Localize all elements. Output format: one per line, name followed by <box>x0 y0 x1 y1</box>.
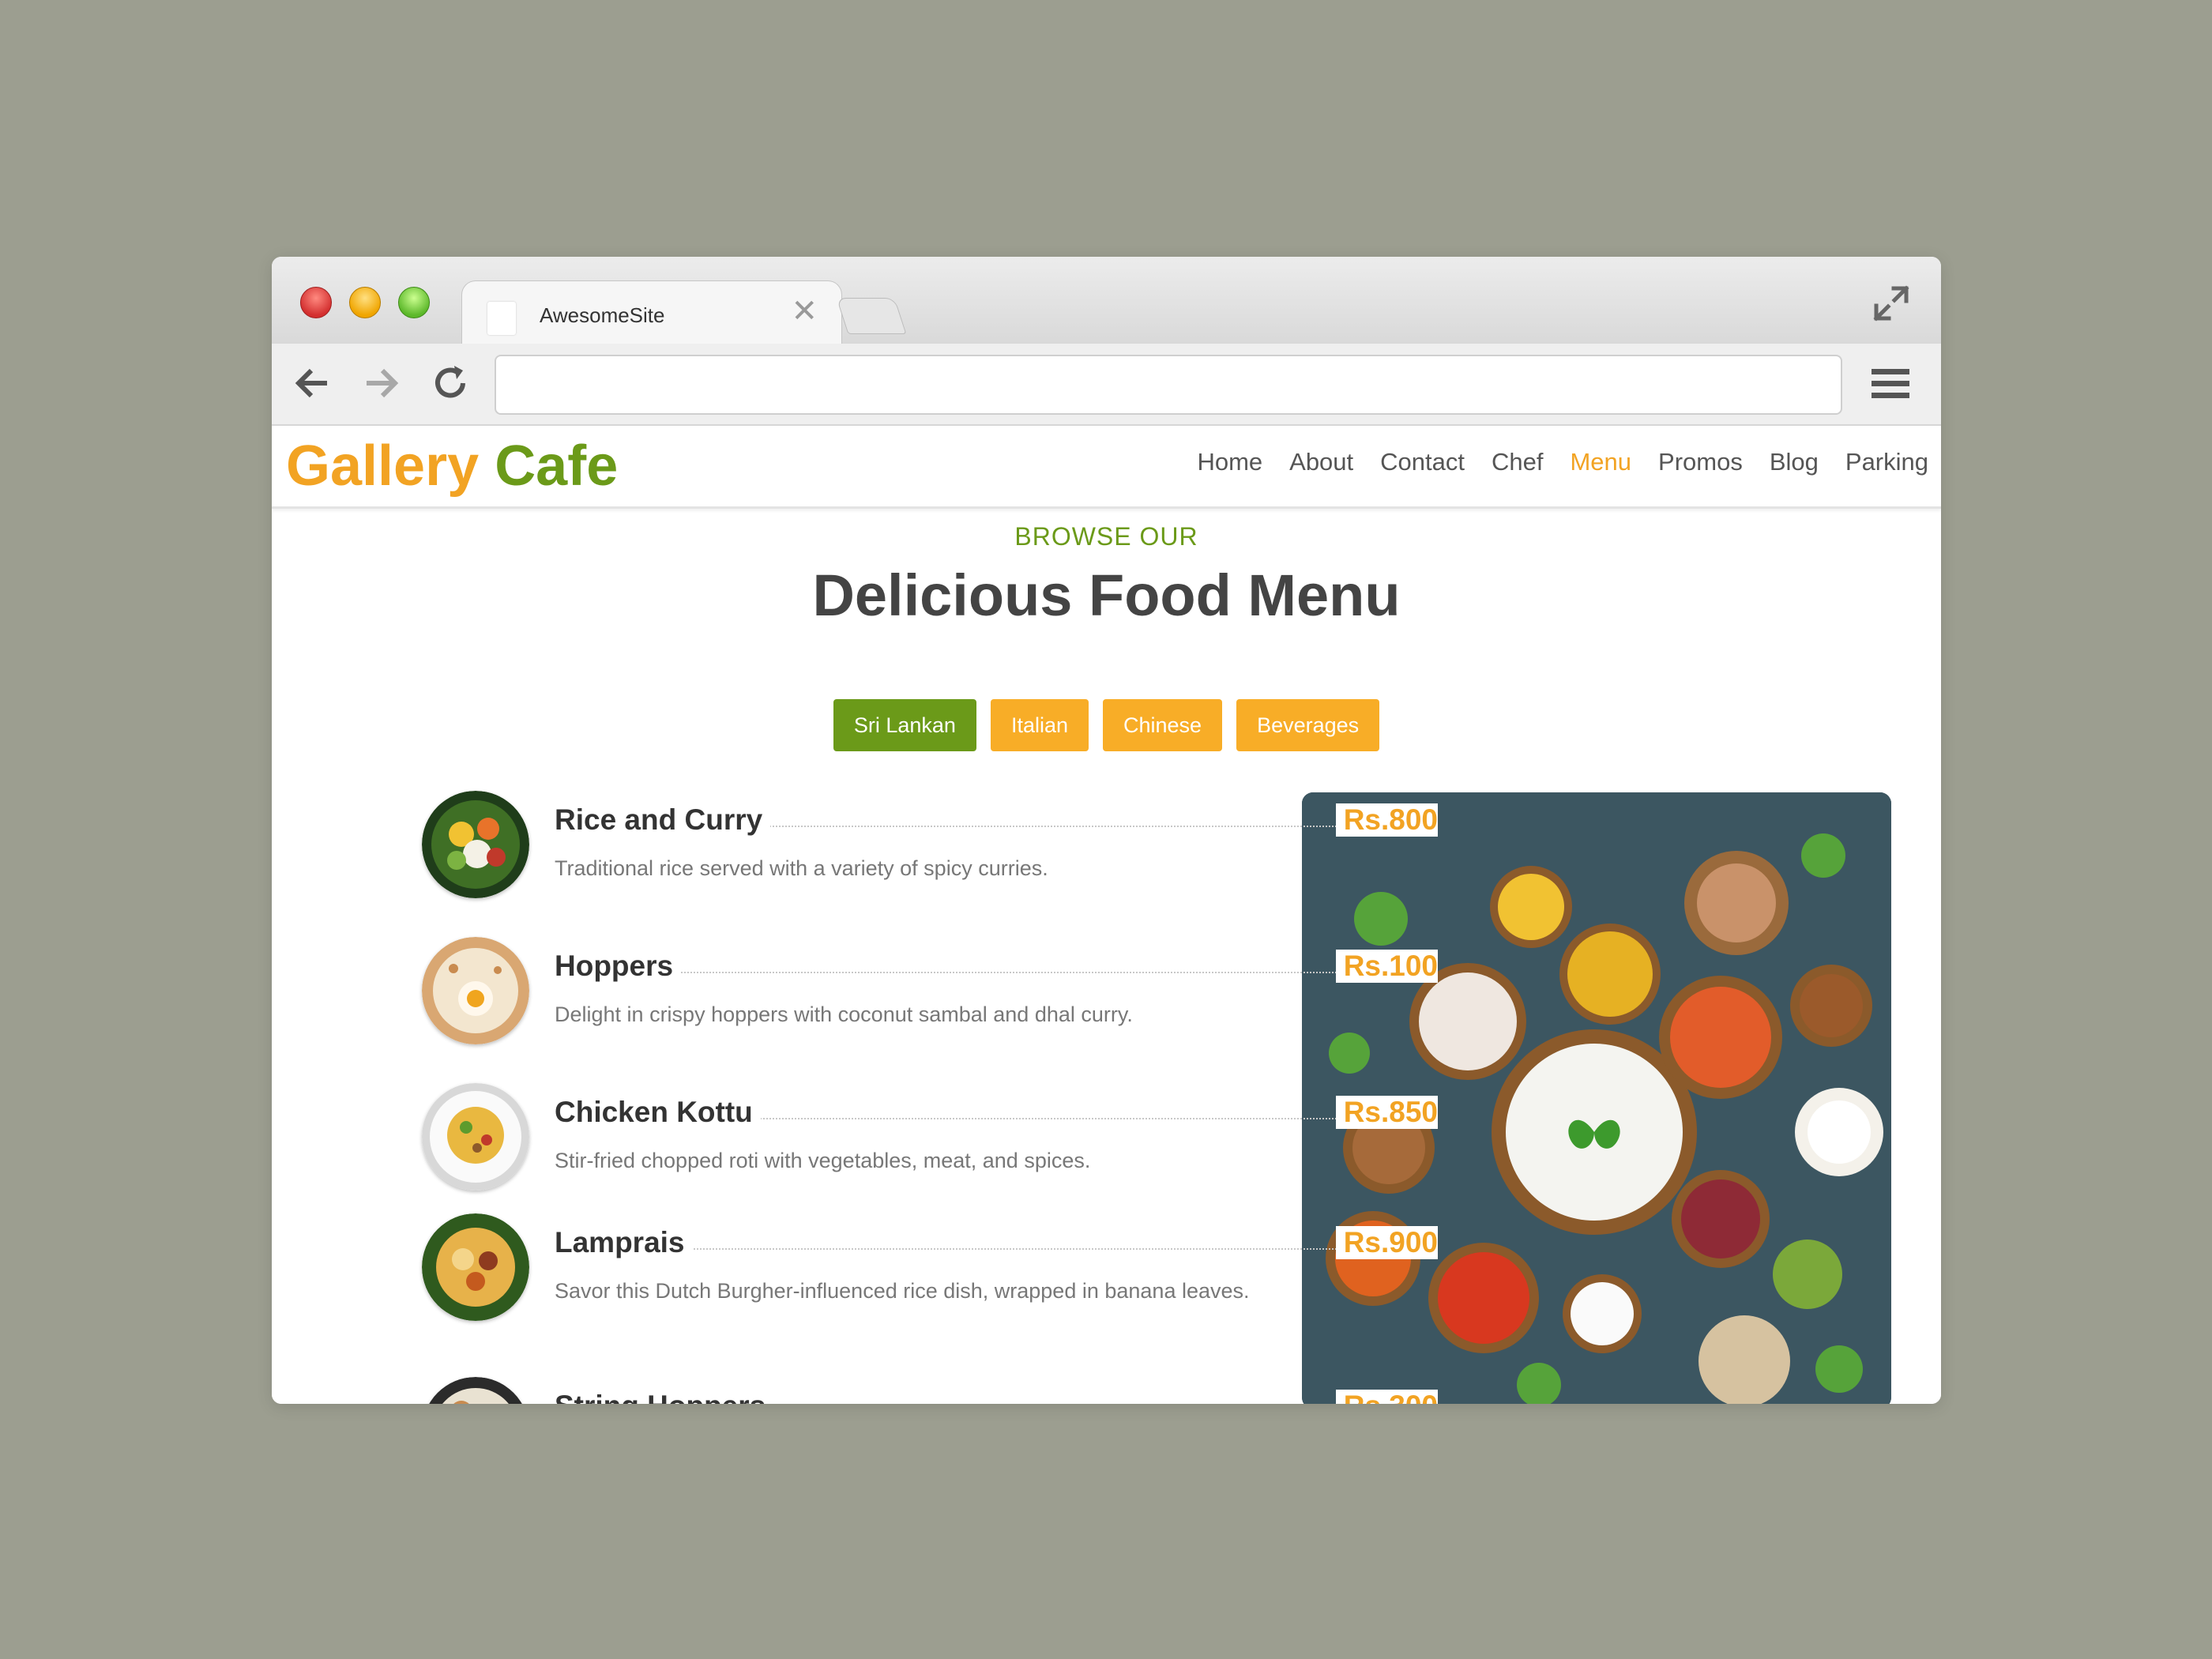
section-title: Delicious Food Menu <box>812 562 1401 628</box>
logo-text-cafe: Cafe <box>495 434 619 498</box>
nav-menu[interactable]: Menu <box>1570 448 1631 476</box>
browser-titlebar: AwesomeSite ✕ <box>272 257 1941 346</box>
zoom-window-button[interactable] <box>398 287 430 318</box>
tab-title: AwesomeSite <box>540 303 665 327</box>
forward-arrow-icon[interactable] <box>359 361 403 405</box>
close-window-button[interactable] <box>300 287 332 318</box>
tab-close-icon[interactable]: ✕ <box>791 295 818 327</box>
item-description: Traditional rice served with a variety o… <box>555 856 1048 880</box>
menu-filters: Sri Lankan Italian Chinese Beverages <box>272 699 1941 751</box>
nav-blog[interactable]: Blog <box>1770 448 1819 476</box>
string-hoppers-thumbnail <box>422 1377 529 1404</box>
rice-and-curry-thumbnail <box>422 791 529 898</box>
item-description: Savor this Dutch Burgher-influenced rice… <box>555 1279 1250 1303</box>
item-name: Lamprais <box>555 1226 693 1259</box>
filter-beverages[interactable]: Beverages <box>1236 699 1380 751</box>
hamburger-menu-icon[interactable] <box>1870 366 1911 402</box>
filter-chinese[interactable]: Chinese <box>1103 699 1223 751</box>
chicken-kottu-thumbnail <box>422 1083 529 1191</box>
browser-window: AwesomeSite ✕ Gallery Cafe Home About Co… <box>272 257 1941 1404</box>
minimize-window-button[interactable] <box>349 287 381 318</box>
main-nav: Home About Contact Chef Menu Promos Blog… <box>1197 448 1928 476</box>
item-price: Rs.850 <box>1335 1096 1438 1129</box>
nav-parking[interactable]: Parking <box>1845 448 1928 476</box>
nav-chef[interactable]: Chef <box>1492 448 1543 476</box>
item-description: Stir-fried chopped roti with vegetables,… <box>555 1149 1091 1172</box>
nav-contact[interactable]: Contact <box>1380 448 1465 476</box>
item-name: Rice and Curry <box>555 803 771 837</box>
item-price: Rs.300 <box>1335 1390 1438 1404</box>
item-name: String Hoppers <box>555 1390 774 1404</box>
leader-dots <box>555 972 1438 973</box>
address-bar[interactable] <box>495 355 1842 415</box>
filter-italian[interactable]: Italian <box>990 699 1089 751</box>
new-tab-button[interactable] <box>836 298 907 334</box>
nav-home[interactable]: Home <box>1197 448 1262 476</box>
logo-text-gallery: Gallery <box>286 434 480 498</box>
nav-about[interactable]: About <box>1289 448 1353 476</box>
item-name: Chicken Kottu <box>555 1096 761 1129</box>
site-logo[interactable]: Gallery Cafe <box>286 431 618 502</box>
item-price: Rs.100 <box>1335 950 1438 983</box>
reload-icon[interactable] <box>428 361 472 405</box>
web-page: Gallery Cafe Home About Contact Chef Men… <box>272 426 1941 1404</box>
item-price: Rs.900 <box>1335 1226 1438 1259</box>
hoppers-thumbnail <box>422 937 529 1044</box>
browser-tab[interactable]: AwesomeSite ✕ <box>461 280 842 346</box>
nav-promos[interactable]: Promos <box>1658 448 1743 476</box>
lamprais-thumbnail <box>422 1213 529 1321</box>
fullscreen-icon[interactable] <box>1872 284 1911 323</box>
filter-sri-lankan[interactable]: Sri Lankan <box>833 699 976 751</box>
section-kicker: BROWSE OUR <box>1014 522 1198 551</box>
browser-toolbar <box>272 344 1941 426</box>
back-arrow-icon[interactable] <box>291 361 335 405</box>
item-description: Delight in crispy hoppers with coconut s… <box>555 1003 1133 1026</box>
page-icon <box>487 302 516 335</box>
site-header: Gallery Cafe Home About Contact Chef Men… <box>272 426 1941 509</box>
item-name: Hoppers <box>555 950 682 983</box>
item-price: Rs.800 <box>1335 803 1438 837</box>
